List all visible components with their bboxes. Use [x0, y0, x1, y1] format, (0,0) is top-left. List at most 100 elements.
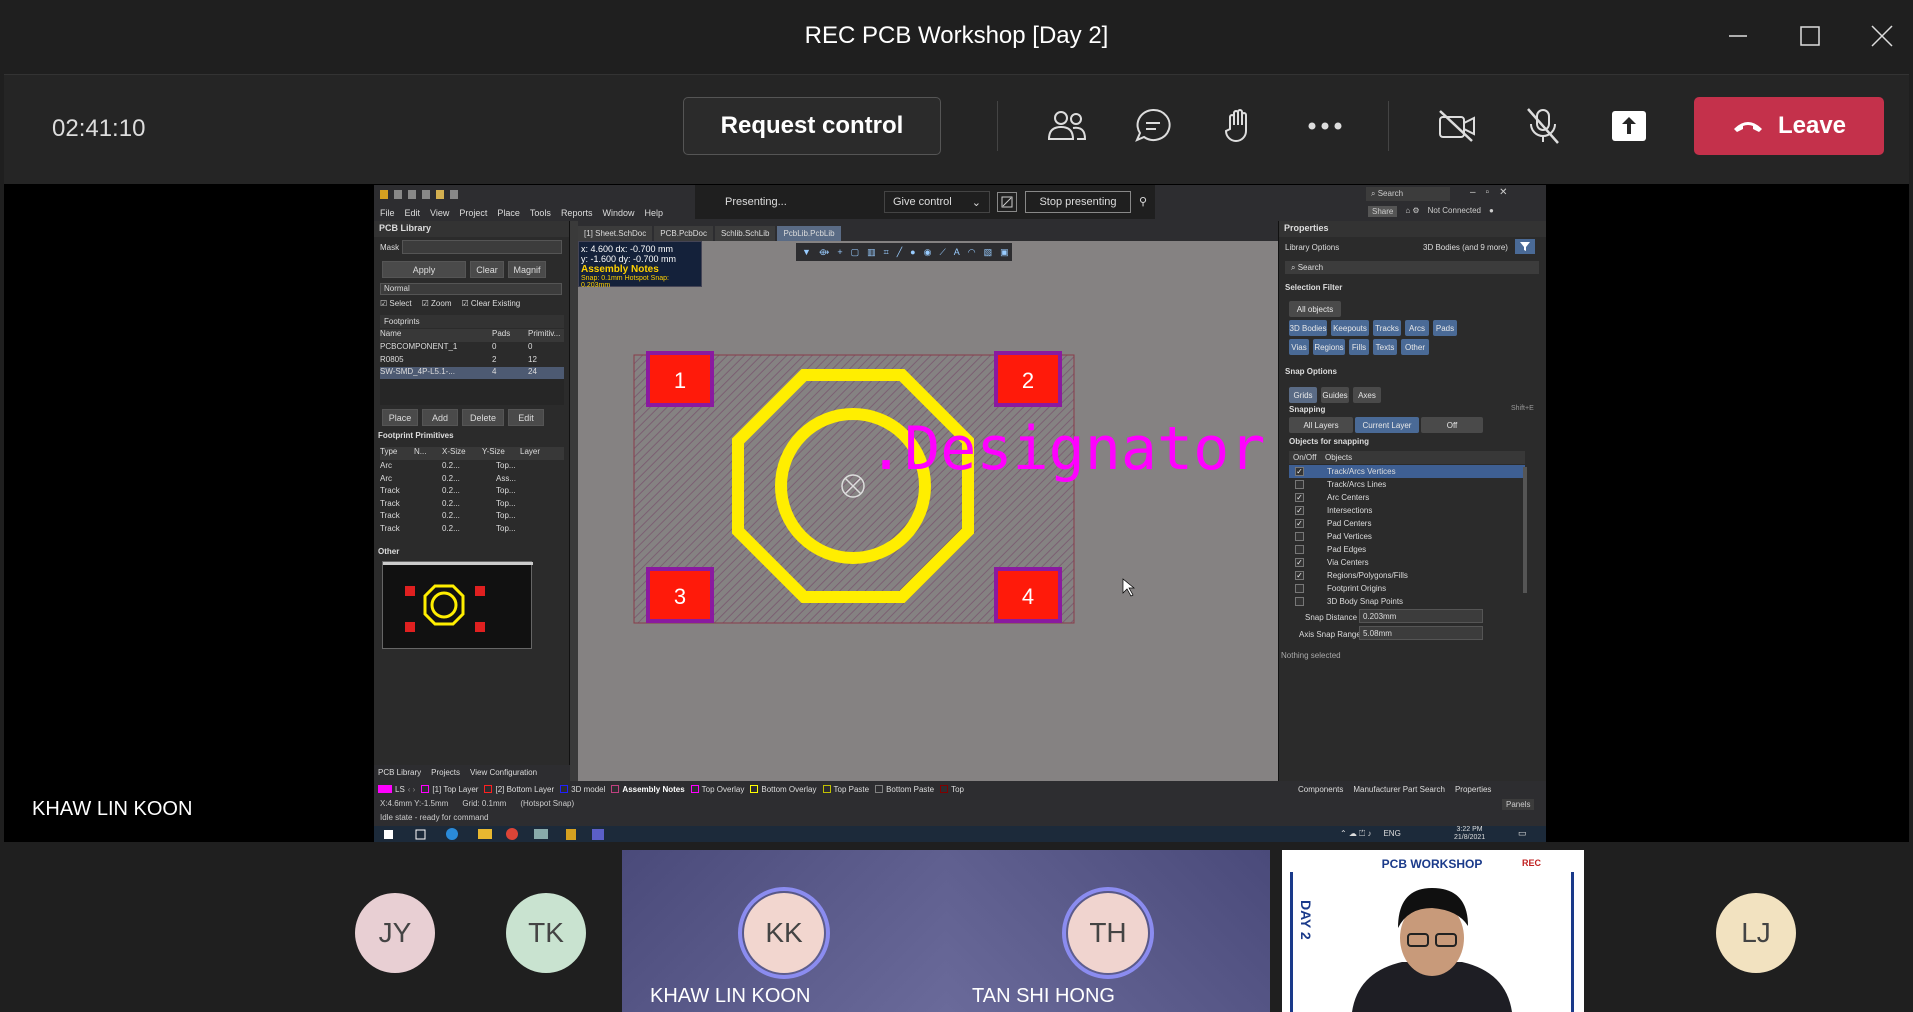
footprint-row[interactable]: R0805 2 12: [380, 355, 564, 368]
menu-item-file[interactable]: File: [380, 208, 395, 218]
primitive-row[interactable]: Track 0.2... Top...: [380, 499, 564, 512]
select-checkbox[interactable]: ☑ Select: [380, 299, 412, 308]
snap-object-checkbox[interactable]: ✓: [1295, 493, 1304, 502]
panels-button[interactable]: Panels: [1502, 799, 1535, 810]
avatar-lj[interactable]: LJ: [1716, 893, 1796, 973]
filter-chip-fills[interactable]: Fills: [1349, 339, 1369, 355]
snap-list-scrollbar[interactable]: [1523, 467, 1527, 593]
primitive-row[interactable]: Arc 0.2... Top...: [380, 461, 564, 474]
mode-select[interactable]: Normal: [380, 283, 562, 295]
filter-chip-arcs[interactable]: Arcs: [1405, 320, 1429, 336]
snap-object-row[interactable]: Footprint Origins: [1289, 582, 1525, 595]
pin-icon[interactable]: ⚲: [1139, 195, 1147, 208]
snap-object-row[interactable]: 3D Body Snap Points: [1289, 595, 1525, 608]
doc-tab[interactable]: [1] Sheet.SchDoc: [578, 226, 653, 241]
layer-tab[interactable]: Top Paste: [822, 785, 869, 794]
clear-existing-checkbox[interactable]: ☑ Clear Existing: [462, 299, 521, 308]
snap-object-checkbox[interactable]: ✓: [1295, 558, 1304, 567]
snap-tab-guides[interactable]: Guides: [1321, 387, 1349, 403]
maximize-button[interactable]: [1788, 16, 1832, 56]
stop-presenting-button[interactable]: Stop presenting: [1025, 191, 1131, 213]
share-button[interactable]: Share: [1368, 206, 1398, 217]
primitive-row[interactable]: Track 0.2... Top...: [380, 486, 564, 499]
snap-object-row[interactable]: Pad Edges: [1289, 543, 1525, 556]
more-actions-button[interactable]: [1298, 99, 1352, 153]
give-control-dropdown[interactable]: Give control ⌄: [884, 191, 990, 213]
snap-object-row[interactable]: Track/Arcs Lines: [1289, 478, 1525, 491]
filter-chip-tracks[interactable]: Tracks: [1373, 320, 1401, 336]
filter-chip-vias[interactable]: Vias: [1289, 339, 1309, 355]
user-icon[interactable]: ●: [1489, 206, 1494, 217]
mask-input[interactable]: [402, 240, 562, 254]
snap-object-checkbox[interactable]: ✓: [1295, 467, 1304, 476]
filter-button[interactable]: [1515, 239, 1535, 254]
menu-item-tools[interactable]: Tools: [530, 208, 551, 218]
snap-object-checkbox[interactable]: [1295, 597, 1304, 606]
snap-tab-grids[interactable]: Grids: [1289, 387, 1317, 403]
delete-button[interactable]: Delete: [462, 409, 504, 426]
taskbar-clock[interactable]: 3:22 PM 21/8/2021: [1454, 826, 1485, 842]
request-control-button[interactable]: Request control: [683, 97, 941, 155]
tab-properties[interactable]: Properties: [1455, 785, 1491, 794]
leave-button[interactable]: Leave: [1694, 97, 1884, 155]
layer-tab[interactable]: 3D model: [560, 785, 605, 794]
microphone-toggle[interactable]: [1516, 99, 1570, 153]
snap-object-checkbox[interactable]: [1295, 584, 1304, 593]
minimize-button[interactable]: [1716, 16, 1760, 56]
share-screen-button[interactable]: [1602, 99, 1656, 153]
snap-object-row[interactable]: ✓ Pad Centers: [1289, 517, 1525, 530]
layer-tab[interactable]: Assembly Notes: [611, 785, 685, 794]
layer-nav-arrows[interactable]: ‹ ›: [408, 785, 416, 794]
filter-chip-regions[interactable]: Regions: [1313, 339, 1345, 355]
pcb-canvas[interactable]: x: 4.600 dx: -0.700 mm y: -1.600 dy: -0.…: [578, 241, 1278, 781]
video-feed-tile[interactable]: PCB WORKSHOP REC DAY 2: [1282, 850, 1584, 1012]
altium-window-controls[interactable]: –▫✕: [1470, 187, 1518, 198]
camera-toggle[interactable]: [1430, 99, 1484, 153]
zoom-checkbox[interactable]: ☑ Zoom: [422, 299, 452, 308]
magnify-button[interactable]: Magnif: [508, 261, 546, 278]
snap-object-row[interactable]: Pad Vertices: [1289, 530, 1525, 543]
snap-tab-axes[interactable]: Axes: [1353, 387, 1381, 403]
snap-object-checkbox[interactable]: ✓: [1295, 519, 1304, 528]
language-indicator[interactable]: ENG: [1383, 829, 1400, 839]
snap-distance-input[interactable]: 0.203mm: [1359, 609, 1483, 623]
layer-tab[interactable]: Top: [940, 785, 964, 794]
raise-hand-button[interactable]: [1212, 99, 1266, 153]
menu-item-view[interactable]: View: [430, 208, 449, 218]
layer-tab[interactable]: Bottom Overlay: [750, 785, 817, 794]
axis-snap-input[interactable]: 5.08mm: [1359, 626, 1483, 640]
home-gear-icons[interactable]: ⌂ ⚙: [1405, 206, 1419, 217]
filter-chip-texts[interactable]: Texts: [1373, 339, 1397, 355]
primitive-row[interactable]: Track 0.2... Top...: [380, 524, 564, 537]
snap-object-row[interactable]: ✓ Intersections: [1289, 504, 1525, 517]
expand-button[interactable]: [997, 192, 1017, 212]
doc-tab[interactable]: PCB.PcbDoc: [654, 226, 713, 241]
snap-object-row[interactable]: ✓ Track/Arcs Vertices: [1289, 465, 1525, 478]
snap-object-row[interactable]: ✓ Via Centers: [1289, 556, 1525, 569]
all-objects-button[interactable]: All objects: [1289, 301, 1341, 317]
doc-tab[interactable]: PcbLib.PcbLib: [777, 226, 841, 241]
tab-view-configuration[interactable]: View Configuration: [470, 768, 537, 778]
layer-tab[interactable]: LS ‹ ›: [378, 785, 415, 794]
tab-projects[interactable]: Projects: [431, 768, 460, 778]
tab-manufacturer-part-search[interactable]: Manufacturer Part Search: [1353, 785, 1445, 794]
layer-tab[interactable]: Top Overlay: [690, 785, 744, 794]
tab-pcb-library[interactable]: PCB Library: [378, 768, 421, 778]
menu-item-help[interactable]: Help: [644, 208, 663, 218]
add-button[interactable]: Add: [422, 409, 458, 426]
filter-chip-3d-bodies[interactable]: 3D Bodies: [1289, 320, 1327, 336]
apply-button[interactable]: Apply: [382, 261, 466, 278]
tray-icons[interactable]: ⌃ ☁ ⏍ ♪: [1340, 829, 1371, 839]
primitive-row[interactable]: Arc 0.2... Ass...: [380, 474, 564, 487]
layer-tab[interactable]: [1] Top Layer: [421, 785, 478, 794]
notifications-icon[interactable]: ▭: [1518, 828, 1527, 839]
edit-button[interactable]: Edit: [508, 409, 544, 426]
tab-components[interactable]: Components: [1298, 785, 1343, 794]
snap-mode-off[interactable]: Off: [1421, 417, 1483, 433]
snap-object-checkbox[interactable]: [1295, 480, 1304, 489]
doc-tab[interactable]: Schlib.SchLib: [714, 226, 776, 241]
snap-mode-current-layer[interactable]: Current Layer: [1355, 417, 1419, 433]
menu-item-window[interactable]: Window: [602, 208, 634, 218]
clear-button[interactable]: Clear: [470, 261, 504, 278]
avatar-kk[interactable]: KK: [738, 887, 830, 979]
